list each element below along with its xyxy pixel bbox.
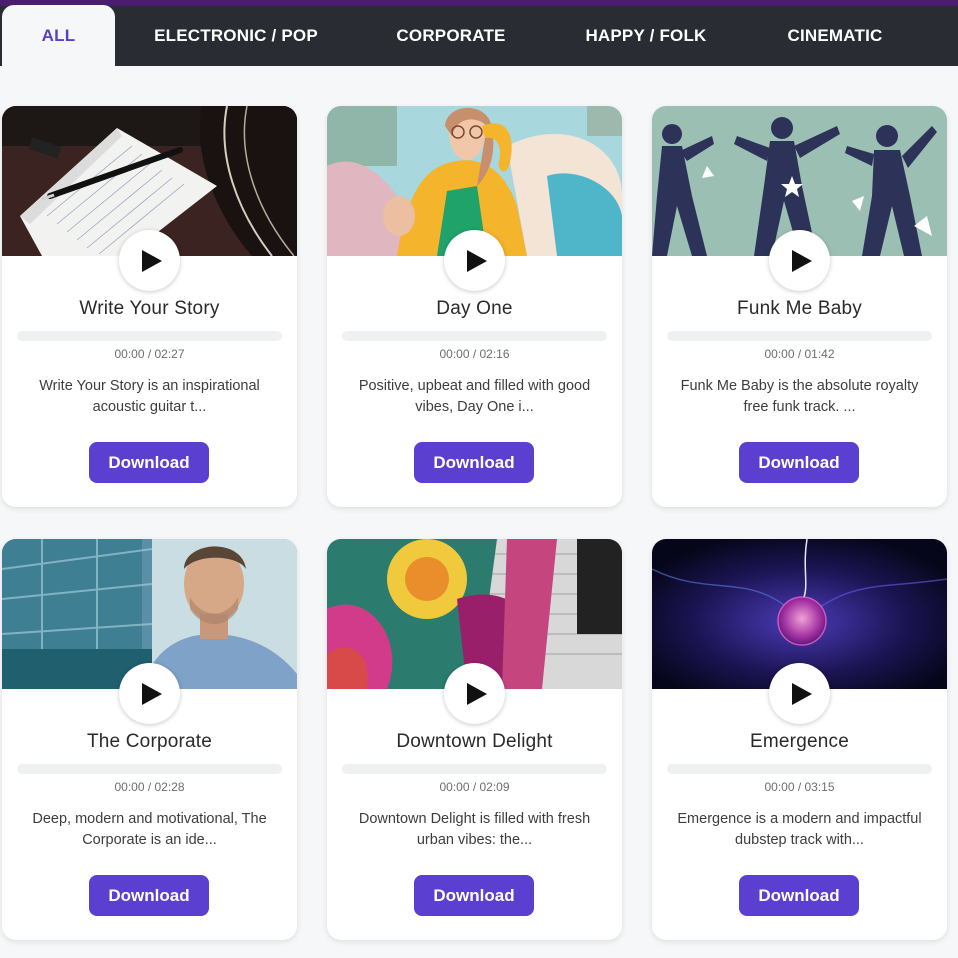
track-title: Emergence [750, 731, 849, 752]
track-card: Day One 00:00 / 02:16 Positive, upbeat a… [327, 106, 622, 507]
play-button[interactable] [769, 663, 830, 724]
track-description: Funk Me Baby is the absolute royalty fre… [680, 378, 919, 415]
track-title: Funk Me Baby [737, 298, 862, 319]
download-button[interactable]: Download [89, 875, 209, 916]
progress-bar[interactable] [667, 331, 932, 341]
play-button[interactable] [119, 663, 180, 724]
track-title: Downtown Delight [396, 731, 553, 752]
play-button[interactable] [769, 230, 830, 291]
track-time: 00:00 / 02:16 [439, 347, 510, 361]
track-time: 00:00 / 02:28 [114, 780, 185, 794]
play-icon [466, 249, 487, 272]
track-card: Write Your Story 00:00 / 02:27 Write You… [2, 106, 297, 507]
track-card: Downtown Delight 00:00 / 02:09 Downtown … [327, 539, 622, 940]
play-icon [141, 682, 162, 705]
progress-bar[interactable] [342, 764, 607, 774]
track-title: Day One [436, 298, 513, 319]
play-button[interactable] [119, 230, 180, 291]
track-time: 00:00 / 02:27 [114, 347, 185, 361]
play-icon [466, 682, 487, 705]
track-card: Funk Me Baby 00:00 / 01:42 Funk Me Baby … [652, 106, 947, 507]
track-title: The Corporate [86, 731, 213, 752]
track-title: Write Your Story [79, 298, 220, 319]
download-button[interactable]: Download [739, 442, 859, 483]
play-icon [141, 249, 162, 272]
download-button[interactable]: Download [89, 442, 209, 483]
track-time: 00:00 / 01:42 [764, 347, 835, 361]
tab-electronic-pop[interactable]: ELECTRONIC / POP [140, 6, 332, 66]
track-description: Emergence is a modern and impactful dubs… [677, 811, 922, 848]
play-button[interactable] [444, 663, 505, 724]
track-time: 00:00 / 02:09 [439, 780, 510, 794]
track-card: Emergence 00:00 / 03:15 Emergence is a m… [652, 539, 947, 940]
download-button[interactable]: Download [414, 442, 534, 483]
genre-tab-bar: ALL ELECTRONIC / POP CORPORATE HAPPY / F… [0, 5, 958, 66]
play-button[interactable] [444, 230, 505, 291]
tab-happy-folk[interactable]: HAPPY / FOLK [570, 6, 722, 66]
track-description: Positive, upbeat and filled with good vi… [358, 378, 591, 415]
tab-all[interactable]: ALL [2, 5, 115, 66]
progress-bar[interactable] [17, 331, 282, 341]
track-description: Write Your Story is an inspirational aco… [39, 378, 260, 415]
tab-cinematic[interactable]: CINEMATIC [770, 6, 900, 66]
track-description: Deep, modern and motivational, The Corpo… [32, 811, 267, 848]
play-icon [791, 249, 812, 272]
download-button[interactable]: Download [739, 875, 859, 916]
download-button[interactable]: Download [414, 875, 534, 916]
track-description: Downtown Delight is filled with fresh ur… [358, 811, 591, 848]
track-card: The Corporate 00:00 / 02:28 Deep, modern… [2, 539, 297, 940]
progress-bar[interactable] [17, 764, 282, 774]
play-icon [791, 682, 812, 705]
track-time: 00:00 / 03:15 [764, 780, 835, 794]
progress-bar[interactable] [667, 764, 932, 774]
tab-corporate[interactable]: CORPORATE [380, 6, 522, 66]
progress-bar[interactable] [342, 331, 607, 341]
